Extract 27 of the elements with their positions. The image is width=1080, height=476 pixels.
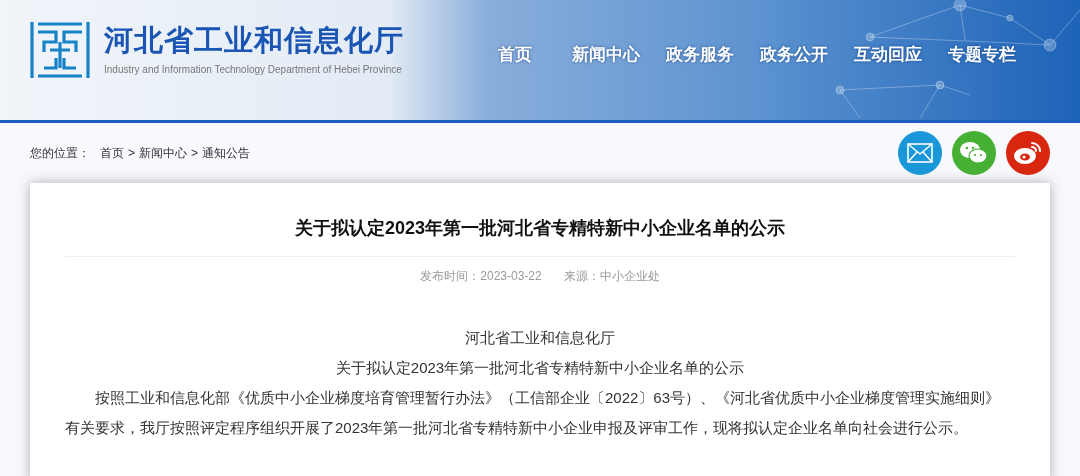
breadcrumb-label: 您的位置： [30, 145, 90, 162]
share-button[interactable] [1006, 131, 1050, 175]
breadcrumb-separator: > [128, 145, 135, 162]
article-paragraph: 按照工业和信息化部《优质中小企业梯度培育管理暂行办法》（工信部企业〔2022〕63号）、《河北省优质中小企业梯度管理实施细则》有关要求，我厅按照评定程序组织开展了2023年第一批河北省专精特新中小企业申报及评审工作，现将拟认定企业名单向社会进行公示。 [65, 388, 1002, 438]
site-subtitle: Industry and Information Technology Department of Hebei Province [104, 63, 403, 77]
breadcrumb-link[interactable]: 首页 [100, 144, 124, 162]
share-button[interactable] [898, 131, 942, 175]
article-title: 关于拟认定2023年第一批河北省专精特新中小企业名单的公示 [293, 217, 786, 240]
share-button[interactable] [952, 131, 996, 175]
nav-link[interactable]: 首页 [498, 42, 532, 68]
mail-icon [907, 143, 933, 163]
breadcrumb-separator: > [191, 145, 199, 162]
site-title: 河北省工业和信息化厅 [104, 23, 404, 57]
chat-bubbles-icon [959, 140, 989, 166]
eye-waves-icon [1013, 140, 1043, 166]
nav-link[interactable]: 互动回应 [854, 42, 922, 68]
nav-link[interactable]: 政务公开 [760, 42, 828, 68]
breadcrumb-link[interactable]: 新闻中心 [139, 144, 187, 162]
breadcrumb-link[interactable]: 通知公告 [202, 144, 251, 162]
logo-icon [30, 22, 90, 78]
article-heading-line: 关于拟认定2023年第一批河北省专精特新中小企业名单的公示 [334, 358, 746, 378]
article-heading-line: 河北省工业和信息化厅 [464, 328, 616, 348]
nav-link[interactable]: 新闻中心 [572, 42, 640, 68]
nav-link[interactable]: 专题专栏 [948, 42, 1016, 68]
article-source: 来源：中小企业处 [563, 268, 660, 285]
nav-link[interactable]: 政务服务 [666, 42, 734, 68]
publish-date: 发布时间：2023-03-22 [420, 268, 542, 285]
